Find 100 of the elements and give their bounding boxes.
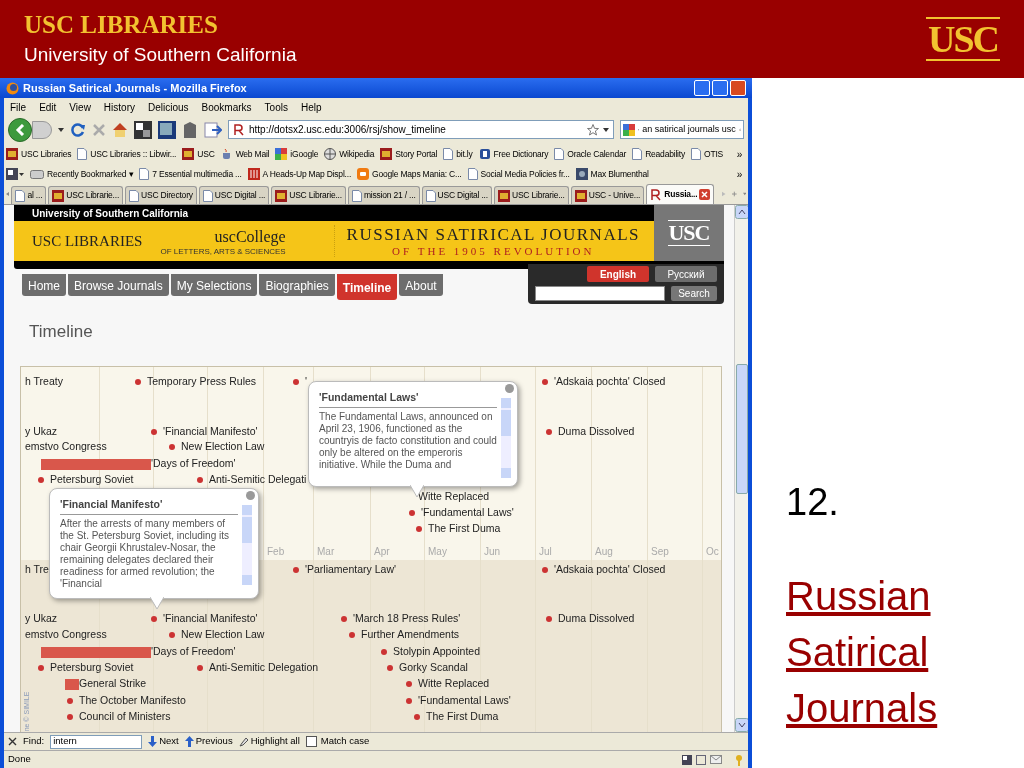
close-button[interactable] [730,80,746,96]
bookmark-link[interactable]: Free Dictionary [478,147,549,161]
event-dot-icon[interactable] [135,379,141,385]
event-dot-icon[interactable] [169,632,175,638]
bookmark-link[interactable]: Oracle Calendar [554,147,627,161]
event-dot-icon[interactable] [414,714,420,720]
find-field[interactable]: intern [50,734,143,749]
event-label[interactable]: Council of Ministers [79,709,171,725]
event-dot-icon[interactable] [197,665,203,671]
menu-item[interactable]: Delicious [148,99,189,115]
popup-close-icon[interactable] [505,384,514,393]
bookmark-link[interactable]: bit.ly [443,147,473,161]
menu-item[interactable]: Edit [39,99,57,115]
event-dot-icon[interactable] [151,616,157,622]
event-bar[interactable] [41,458,151,470]
event-label[interactable]: Duma Dissolved [558,611,635,627]
event-label[interactable]: Witte Replaced [418,676,490,692]
event-label[interactable]: Anti-Semitic Delegation [209,660,319,676]
nav-tab[interactable]: About [399,274,443,296]
toolbar-icon[interactable] [6,168,24,180]
bookmark-link[interactable]: Recently Bookmarked ▾ [30,167,134,181]
event-label[interactable]: Further Amendments [361,627,460,643]
browser-tab[interactable]: USC Librarie... [271,186,346,204]
event-label[interactable]: Witte Replaced [418,489,490,505]
window-icon[interactable] [158,120,176,139]
browser-tab[interactable]: USC Digital ... [421,186,492,204]
event-dot-icon[interactable] [546,616,552,622]
event-label[interactable]: General Strike [79,676,147,692]
browser-tab[interactable]: USC Directory [125,186,197,204]
maximize-button[interactable] [712,80,728,96]
popup-scrollbar[interactable] [242,505,252,585]
close-tab-icon[interactable] [699,189,711,200]
browser-tab[interactable]: USC - Unive... [570,186,645,204]
reload-icon[interactable] [70,121,86,138]
event-label[interactable]: y Ukaz [25,611,58,627]
event-dot-icon[interactable] [546,429,552,435]
minimize-button[interactable] [694,80,710,96]
event-label[interactable]: emstvo Congress [25,627,107,643]
event-dot-icon[interactable] [387,665,393,671]
event-label[interactable]: Petersburg Soviet [50,472,134,488]
event-dot-icon[interactable] [151,429,157,435]
bookmark-link[interactable]: USC [182,147,215,161]
event-label[interactable]: h Tre [25,562,49,578]
event-dot-icon[interactable] [416,526,422,532]
close-find-icon[interactable] [8,737,17,746]
event-dot-icon[interactable] [169,444,175,450]
popup-close-icon[interactable] [246,491,255,500]
browser-tab[interactable]: mission 21 / ... [347,186,420,204]
event-label[interactable]: 'Financial Manifesto' [163,424,258,440]
event-label[interactable]: 'March 18 Press Rules' [353,611,461,627]
bookmark-link[interactable]: Web Mail [220,147,270,161]
event-dot-icon[interactable] [406,698,412,704]
menu-item[interactable]: Help [300,99,322,115]
event-dot-icon[interactable] [293,379,299,385]
event-bar[interactable] [41,646,151,658]
event-label[interactable]: 'Financial Manifesto' [163,611,258,627]
event-dot-icon[interactable] [38,665,44,671]
event-label[interactable]: Petersburg Soviet [50,660,134,676]
next-button[interactable]: Next [148,734,179,749]
browser-tab[interactable]: Russia... [646,184,715,204]
event-dot-icon[interactable] [542,379,548,385]
event-dot-icon[interactable] [349,632,355,638]
browser-tab[interactable]: al ... [11,186,47,204]
bookmark-link[interactable]: Story Portal [380,147,438,161]
event-dot-icon[interactable] [67,714,73,720]
bookmark-link[interactable]: Social Media Policies fr... [467,167,570,181]
browser-tab[interactable]: USC Digital ... [198,186,270,204]
more-bookmarks-button[interactable]: » [736,166,746,182]
event-dot-icon[interactable] [197,477,203,483]
event-dot-icon[interactable] [409,510,415,516]
event-label[interactable]: Temporary Press Rules [147,374,257,390]
nav-tab[interactable]: Browse Journals [68,274,169,296]
language-button[interactable]: Русский [655,266,717,282]
highlight-all-button[interactable]: Highlight all [238,734,300,749]
event-label[interactable]: y Ukaz [25,424,58,440]
event-label[interactable]: 'Parliamentary Law' [305,562,396,578]
event-dot-icon[interactable] [406,681,412,687]
more-bookmarks-button[interactable]: » [736,146,746,162]
menu-item[interactable]: File [10,99,27,115]
bookmark-link[interactable]: USC Libraries [6,147,72,161]
dropdown-caret-icon[interactable] [58,127,64,132]
nav-tab[interactable]: Biographies [259,274,335,296]
scrollbar[interactable] [734,205,748,732]
event-label[interactable]: 'Adskaia pochta' Closed [554,374,666,390]
event-label[interactable]: emstvo Congress [25,439,107,455]
bookmark-link[interactable]: OTIS [691,147,724,161]
bookmark-link[interactable]: USC Libraries :: Libwir... [77,147,177,161]
slide-link[interactable]: Russian Satirical Journals [786,568,976,736]
menu-item[interactable]: View [69,99,91,115]
previous-button[interactable]: Previous [184,734,233,749]
bookmark-link[interactable]: iGoogle [275,147,319,161]
match-case-checkbox[interactable] [305,736,317,747]
search-button[interactable]: Search [671,286,717,301]
back-button[interactable] [8,117,32,142]
bookmark-link[interactable]: A Heads-Up Map Displ... [247,167,352,181]
bookmark-link[interactable]: Readability [632,147,685,161]
menu-item[interactable]: Tools [264,99,288,115]
event-label[interactable]: 'Days of Freedom' [151,456,236,472]
event-label[interactable]: 'Fundamental Laws' [418,693,511,709]
nav-tab[interactable]: Timeline [336,274,398,300]
